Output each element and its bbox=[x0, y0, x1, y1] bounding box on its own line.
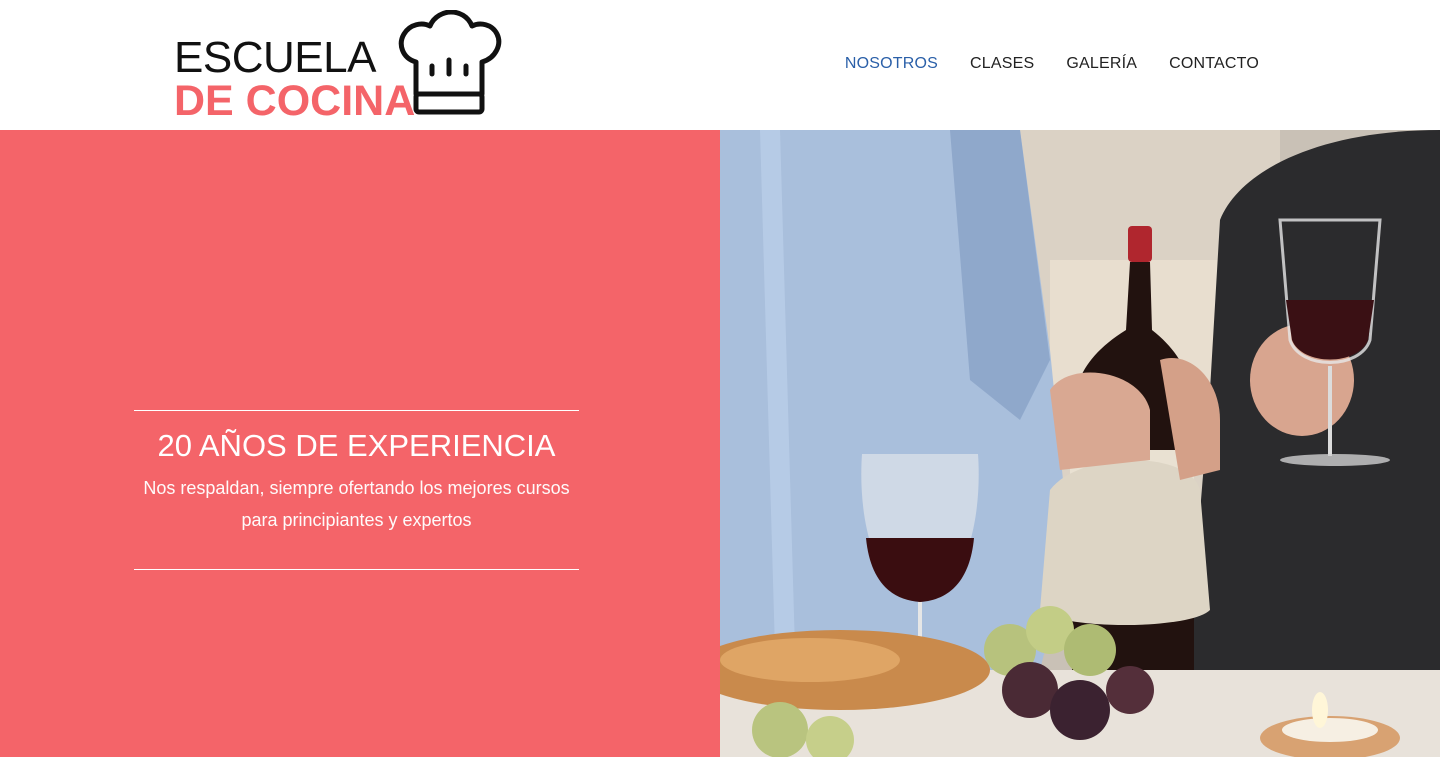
hero-image bbox=[720, 130, 1440, 757]
main-nav: NOSOTROS CLASES GALERÍA CONTACTO bbox=[845, 54, 1259, 74]
hero-title: 20 AÑOS DE EXPERIENCIA bbox=[157, 428, 556, 463]
nav-item-galeria[interactable]: GALERÍA bbox=[1066, 54, 1137, 74]
site-header: ESCUELA DE COCINA NOSOTROS CLASES GALERÍ… bbox=[0, 0, 1440, 130]
hero-text-panel: 20 AÑOS DE EXPERIENCIA Nos respaldan, si… bbox=[0, 130, 720, 757]
nav-item-clases[interactable]: CLASES bbox=[970, 54, 1034, 74]
hero-text-box: 20 AÑOS DE EXPERIENCIA Nos respaldan, si… bbox=[134, 410, 579, 570]
chef-hat-icon bbox=[398, 10, 502, 115]
logo-text-line1: ESCUELA bbox=[174, 33, 376, 82]
wine-dinner-photo bbox=[720, 130, 1440, 757]
nav-item-nosotros[interactable]: NOSOTROS bbox=[845, 54, 938, 74]
logo-text-line2: DE COCINA bbox=[174, 77, 416, 125]
nav-item-contacto[interactable]: CONTACTO bbox=[1169, 54, 1259, 74]
hero-subtitle: Nos respaldan, siempre ofertando los mej… bbox=[143, 478, 570, 530]
logo[interactable]: ESCUELA DE COCINA bbox=[174, 10, 504, 125]
